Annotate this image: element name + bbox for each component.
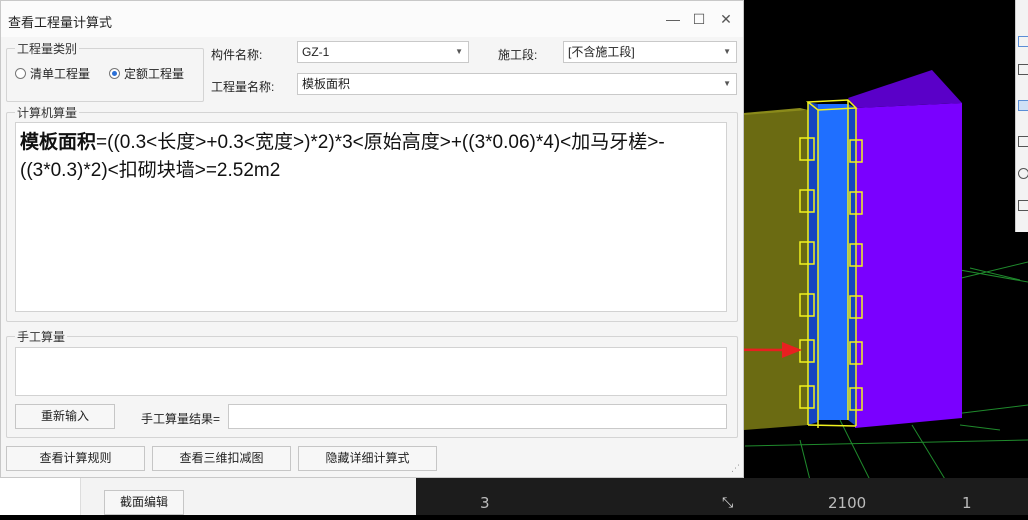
axis-label: 3 [480, 494, 490, 512]
maximize-icon[interactable]: ☐ [690, 10, 708, 28]
radio-label: 定额工程量 [124, 67, 185, 81]
component-name-value: GZ-1 [302, 45, 330, 59]
axis-label: 2100 [828, 494, 867, 512]
manual-formula-input[interactable] [15, 347, 727, 396]
chevron-down-icon: ▼ [455, 47, 463, 56]
reenter-button[interactable]: 重新输入 [15, 404, 115, 429]
construction-section-label: 施工段: [498, 48, 538, 62]
constructional-column [818, 104, 848, 420]
close-icon[interactable]: ✕ [717, 10, 735, 28]
quantity-name-select[interactable]: 模板面积 ▼ [297, 73, 737, 95]
construction-section-value: [不含施工段] [568, 45, 635, 59]
background-panel: 截面编辑 [0, 478, 416, 515]
section-edit-button[interactable]: 截面编辑 [104, 490, 184, 515]
component-name-select[interactable]: GZ-1 ▼ [297, 41, 469, 63]
chevron-down-icon: ▼ [723, 47, 731, 56]
resize-grip-icon[interactable]: ⋰ [731, 463, 740, 474]
dialog-title: 查看工程量计算式 [8, 15, 113, 30]
view-rules-button[interactable]: 查看计算规则 [6, 446, 145, 471]
title-bar[interactable]: 查看工程量计算式 — ☐ ✕ [1, 1, 743, 37]
toolbar-icon[interactable] [1018, 200, 1028, 211]
axis-label: 1 [962, 494, 972, 512]
quantity-type-legend: 工程量类别 [17, 42, 78, 56]
manual-quantity-legend: 手工算量 [17, 330, 66, 344]
manual-result-label: 手工算量结果= [141, 412, 221, 426]
radio-bill-quantity[interactable]: 清单工程量 [15, 65, 90, 82]
formula-expression: =((0.3<长度>+0.3<宽度>)*2)*3<原始高度>+((3*0.06)… [20, 132, 665, 181]
toolbar-icon[interactable] [1018, 100, 1028, 111]
toolbar-icon[interactable] [1018, 168, 1028, 179]
manual-result-field[interactable] [228, 404, 727, 429]
radio-indicator[interactable] [109, 68, 120, 79]
formula-quantity-name: 模板面积 [20, 132, 97, 153]
chevron-down-icon: ▼ [723, 79, 731, 88]
olive-wall [744, 110, 808, 430]
radio-label: 清单工程量 [30, 67, 91, 81]
computed-formula-text[interactable]: 模板面积=((0.3<长度>+0.3<宽度>)*2)*3<原始高度>+((3*0… [15, 122, 727, 312]
radio-indicator[interactable] [15, 68, 26, 79]
collapse-icon[interactable]: ⤡ [722, 494, 733, 511]
right-toolbar [1015, 0, 1028, 232]
view-3d-deduction-button[interactable]: 查看三维扣减图 [152, 446, 291, 471]
construction-section-select[interactable]: [不含施工段] ▼ [563, 41, 737, 63]
computed-quantity-legend: 计算机算量 [17, 106, 78, 120]
purple-wall [855, 103, 962, 428]
toolbar-icon[interactable] [1018, 64, 1028, 75]
quantity-formula-dialog: 查看工程量计算式 — ☐ ✕ 工程量类别 清单工程量 定额工程量 构件名称: G… [0, 0, 744, 478]
hide-detail-formula-button[interactable]: 隐藏详细计算式 [298, 446, 437, 471]
viewport-status-bar: 3 ⤡ 2100 1 [416, 478, 1028, 515]
toolbar-icon[interactable] [1018, 36, 1028, 47]
minimize-icon[interactable]: — [664, 10, 682, 28]
quantity-name-value: 模板面积 [302, 77, 351, 91]
component-name-label: 构件名称: [211, 48, 263, 62]
toolbar-icon[interactable] [1018, 136, 1028, 147]
radio-quota-quantity[interactable]: 定额工程量 [109, 65, 184, 82]
quantity-name-label: 工程量名称: [211, 80, 275, 94]
